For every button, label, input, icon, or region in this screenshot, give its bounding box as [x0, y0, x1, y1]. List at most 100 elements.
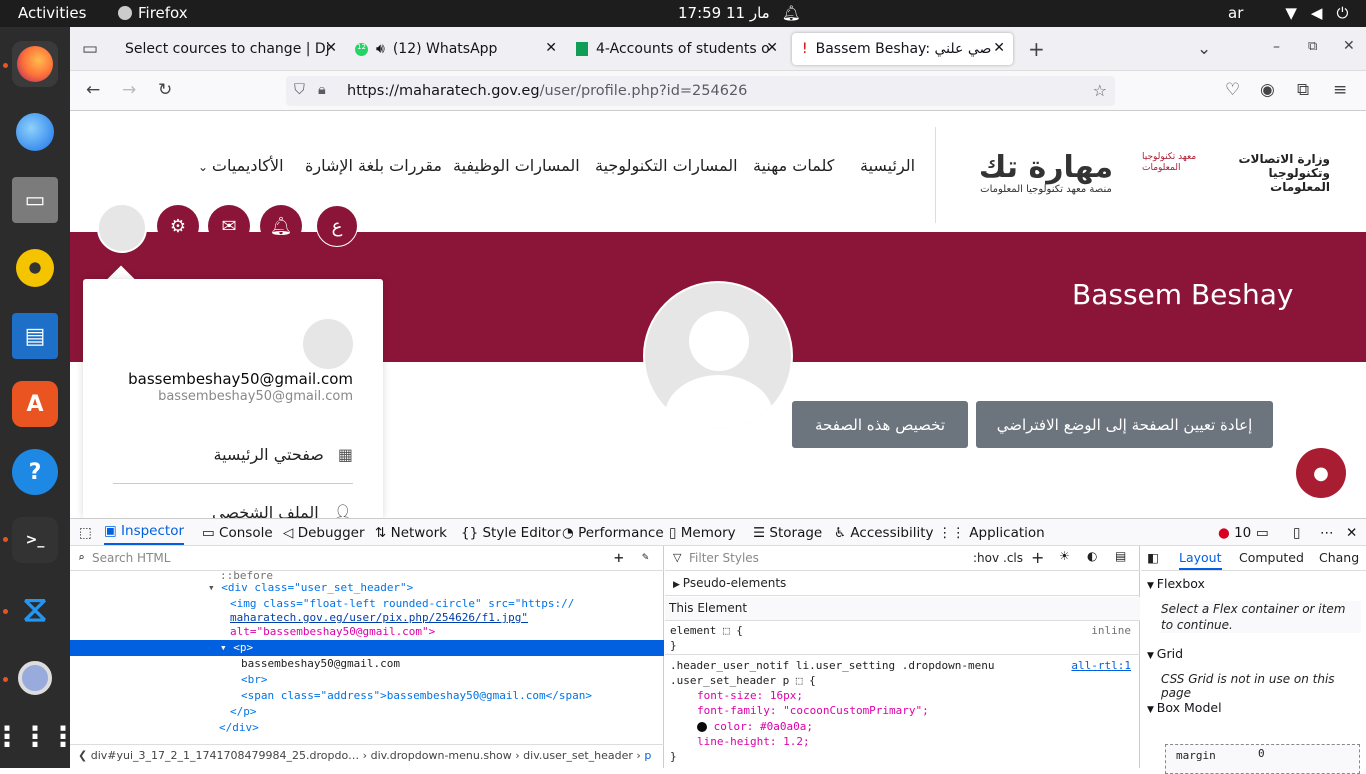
margin-value[interactable]: 0 — [1258, 747, 1265, 760]
messages-icon[interactable]: ✉ — [208, 205, 250, 247]
tab-inspector[interactable]: ▣ Inspector — [104, 523, 185, 545]
close-window-icon[interactable]: ✕ — [1343, 38, 1355, 54]
tab-application[interactable]: ⋮⋮ Application — [938, 525, 1045, 541]
menu-career-words[interactable]: كلمات مهنية — [753, 156, 834, 175]
declaration-line-height[interactable]: line-height: 1.2; — [697, 735, 810, 748]
system-tray[interactable]: ar ▼ ◀ ⏻ — [1228, 4, 1348, 22]
writer-icon[interactable]: ▤ — [12, 313, 58, 359]
clock[interactable]: 17:59 مار 11 🔔︎ — [678, 4, 801, 22]
vscode-icon[interactable]: ⧖ — [12, 587, 58, 633]
rule-source-link[interactable]: all-rtl:1 — [1071, 659, 1131, 672]
add-rule-icon[interactable]: + — [1031, 548, 1044, 567]
breadcrumb-item[interactable]: div.dropdown-menu.show — [371, 749, 512, 762]
forward-icon[interactable]: → — [122, 80, 136, 100]
tab-list-icon[interactable]: ⌄ — [1197, 39, 1211, 59]
customize-page-button[interactable]: تخصيص هذه الصفحة — [792, 401, 968, 448]
close-tab-icon[interactable]: ✕ — [545, 40, 557, 56]
tab-accessibility[interactable]: ♿︎ Accessibility — [834, 525, 933, 541]
maharatech-logo[interactable]: مهارة تك منصة معهد تكنولوجيا المعلومات — [966, 152, 1126, 196]
breadcrumb-item[interactable]: div#yui_3_17_2_1_1741708479984_25.dropdo… — [91, 749, 359, 762]
menu-academies[interactable]: ⌄ الأكاديميات — [198, 156, 284, 175]
tab-storage[interactable]: ☰ Storage — [753, 525, 822, 541]
user-avatar-button[interactable] — [97, 203, 147, 253]
element-rule[interactable]: element ⬚ { — [670, 624, 743, 637]
error-count[interactable]: ● 10 — [1218, 525, 1251, 541]
url-bar[interactable]: ⛉ 🔒︎ https://maharatech.gov.eg/user/prof… — [286, 76, 1115, 106]
account-icon[interactable]: ◉ — [1260, 80, 1275, 100]
close-tab-icon[interactable]: ✕ — [766, 40, 778, 56]
print-icon[interactable]: ▤ — [1115, 549, 1126, 563]
app-menu[interactable]: Firefox — [118, 4, 188, 22]
chat-icon[interactable]: ● — [1296, 448, 1346, 498]
eyedropper-icon[interactable]: ✎ — [642, 550, 649, 563]
html-img-alt[interactable]: alt="bassembeshay50@gmail.com"> — [230, 624, 435, 640]
breadcrumb-prev-icon[interactable]: ❮ — [78, 749, 91, 762]
activities-button[interactable]: Activities — [18, 4, 86, 22]
menu-icon[interactable]: ≡ — [1333, 80, 1347, 100]
tab-memory[interactable]: ▯ Memory — [669, 525, 736, 541]
dropdown-profile-item[interactable]: الملف الشخصي 👤︎ — [212, 503, 353, 518]
html-p-close[interactable]: </p> — [230, 704, 257, 720]
new-tab-icon[interactable]: + — [1028, 37, 1045, 61]
speaker-icon[interactable]: 🔊︎ — [376, 41, 385, 57]
firefox-view-icon[interactable]: ▭ — [82, 39, 98, 59]
bookmark-star-icon[interactable]: ☆ — [1093, 81, 1107, 100]
ministry-logo[interactable]: وزارة الاتصالات وتكنولوجيا المعلومات — [1230, 152, 1330, 194]
iti-logo[interactable]: معهد تكنولوجيا المعلومات — [1142, 152, 1212, 174]
app-grid-icon[interactable]: ⋮⋮⋮ — [0, 713, 77, 759]
filter-styles[interactable]: ▽ Filter Styles :hov .cls + ☀ ◐ ▤ — [665, 546, 1140, 571]
html-div-close[interactable]: </div> — [219, 720, 259, 736]
html-br[interactable]: <br> — [241, 672, 268, 688]
grid-section[interactable]: ▼ Grid — [1147, 646, 1183, 661]
rule-selector-cont[interactable]: .user_set_header p ⬚ { — [670, 674, 816, 687]
tab-performance[interactable]: ◔ Performance — [562, 525, 664, 541]
cls-toggle[interactable]: .cls — [1003, 551, 1023, 565]
breadcrumb-item[interactable]: div.user_set_header — [523, 749, 633, 762]
tab-django[interactable]: Select cources to change | Dj ✕ — [115, 33, 345, 65]
declaration-font-family[interactable]: font-family: "cocoonCustomPrimary"; — [697, 704, 929, 717]
dropdown-home-item[interactable]: صفحتي الرئيسية ▦ — [214, 445, 354, 464]
pseudo-elements[interactable]: ▶ Pseudo-elements — [665, 572, 1140, 596]
tab-changes[interactable]: Chang — [1319, 550, 1359, 565]
lock-icon[interactable]: 🔒︎ — [318, 82, 326, 98]
light-mode-icon[interactable]: ☀ — [1059, 549, 1070, 563]
html-span[interactable]: <span class="address">bassembeshay50@gma… — [241, 688, 592, 704]
declaration-font-size[interactable]: font-size: 16px; — [697, 689, 803, 702]
close-devtools-icon[interactable]: ✕ — [1346, 525, 1357, 541]
software-icon[interactable]: A — [12, 381, 58, 427]
tab-debugger[interactable]: ◁ Debugger — [283, 525, 365, 541]
pocket-icon[interactable]: ♡ — [1225, 80, 1240, 100]
close-tab-icon[interactable]: ✕ — [325, 40, 337, 56]
hov-toggle[interactable]: :hov — [973, 551, 999, 565]
reload-icon[interactable]: ↻ — [158, 80, 172, 100]
dark-mode-icon[interactable]: ◐ — [1087, 549, 1097, 563]
maximize-icon[interactable]: ⧉ — [1308, 39, 1317, 54]
html-div-open[interactable]: ▾ <div class="user_set_header"> — [208, 580, 413, 596]
boxmodel-section[interactable]: ▼ Box Model — [1147, 700, 1222, 715]
menu-career-tracks[interactable]: المسارات الوظيفية — [453, 156, 580, 175]
more-options-icon[interactable]: ⋯ — [1320, 525, 1334, 541]
search-html[interactable]: ⌕ Search HTML + ✎ — [70, 546, 664, 571]
html-p-selected[interactable]: ▾ <p> — [70, 640, 664, 656]
sidebar-toggle-icon[interactable]: ◧ — [1147, 550, 1159, 565]
menu-tech-tracks[interactable]: المسارات التكنولوجية — [595, 156, 738, 175]
breadcrumb-item[interactable]: p — [644, 749, 651, 762]
minimize-icon[interactable]: – — [1273, 39, 1280, 55]
split-console-icon[interactable]: ▭ — [1256, 525, 1269, 541]
flexbox-section[interactable]: ▼ Flexbox — [1147, 576, 1205, 591]
tab-style-editor[interactable]: {} Style Editor — [461, 525, 561, 541]
tab-console[interactable]: ▭ Console — [202, 525, 273, 541]
rhythmbox-icon[interactable] — [12, 245, 58, 291]
shield-icon[interactable]: ⛉ — [294, 82, 305, 98]
notifications-icon[interactable]: 🔔︎ — [260, 205, 302, 247]
thunderbird-icon[interactable] — [12, 109, 58, 155]
tab-sheets[interactable]: 4-Accounts of students o ✕ — [566, 33, 786, 65]
firefox-icon[interactable] — [12, 41, 58, 87]
back-icon[interactable]: ← — [86, 80, 100, 100]
tab-layout[interactable]: Layout — [1179, 550, 1222, 570]
terminal-icon[interactable]: >_ — [12, 517, 58, 563]
files-icon[interactable]: ▭ — [12, 177, 58, 223]
tab-computed[interactable]: Computed — [1239, 550, 1304, 565]
menu-sign-language[interactable]: مقررات بلغة الإشارة — [305, 156, 442, 175]
settings-icon[interactable]: ⚙ — [157, 205, 199, 247]
